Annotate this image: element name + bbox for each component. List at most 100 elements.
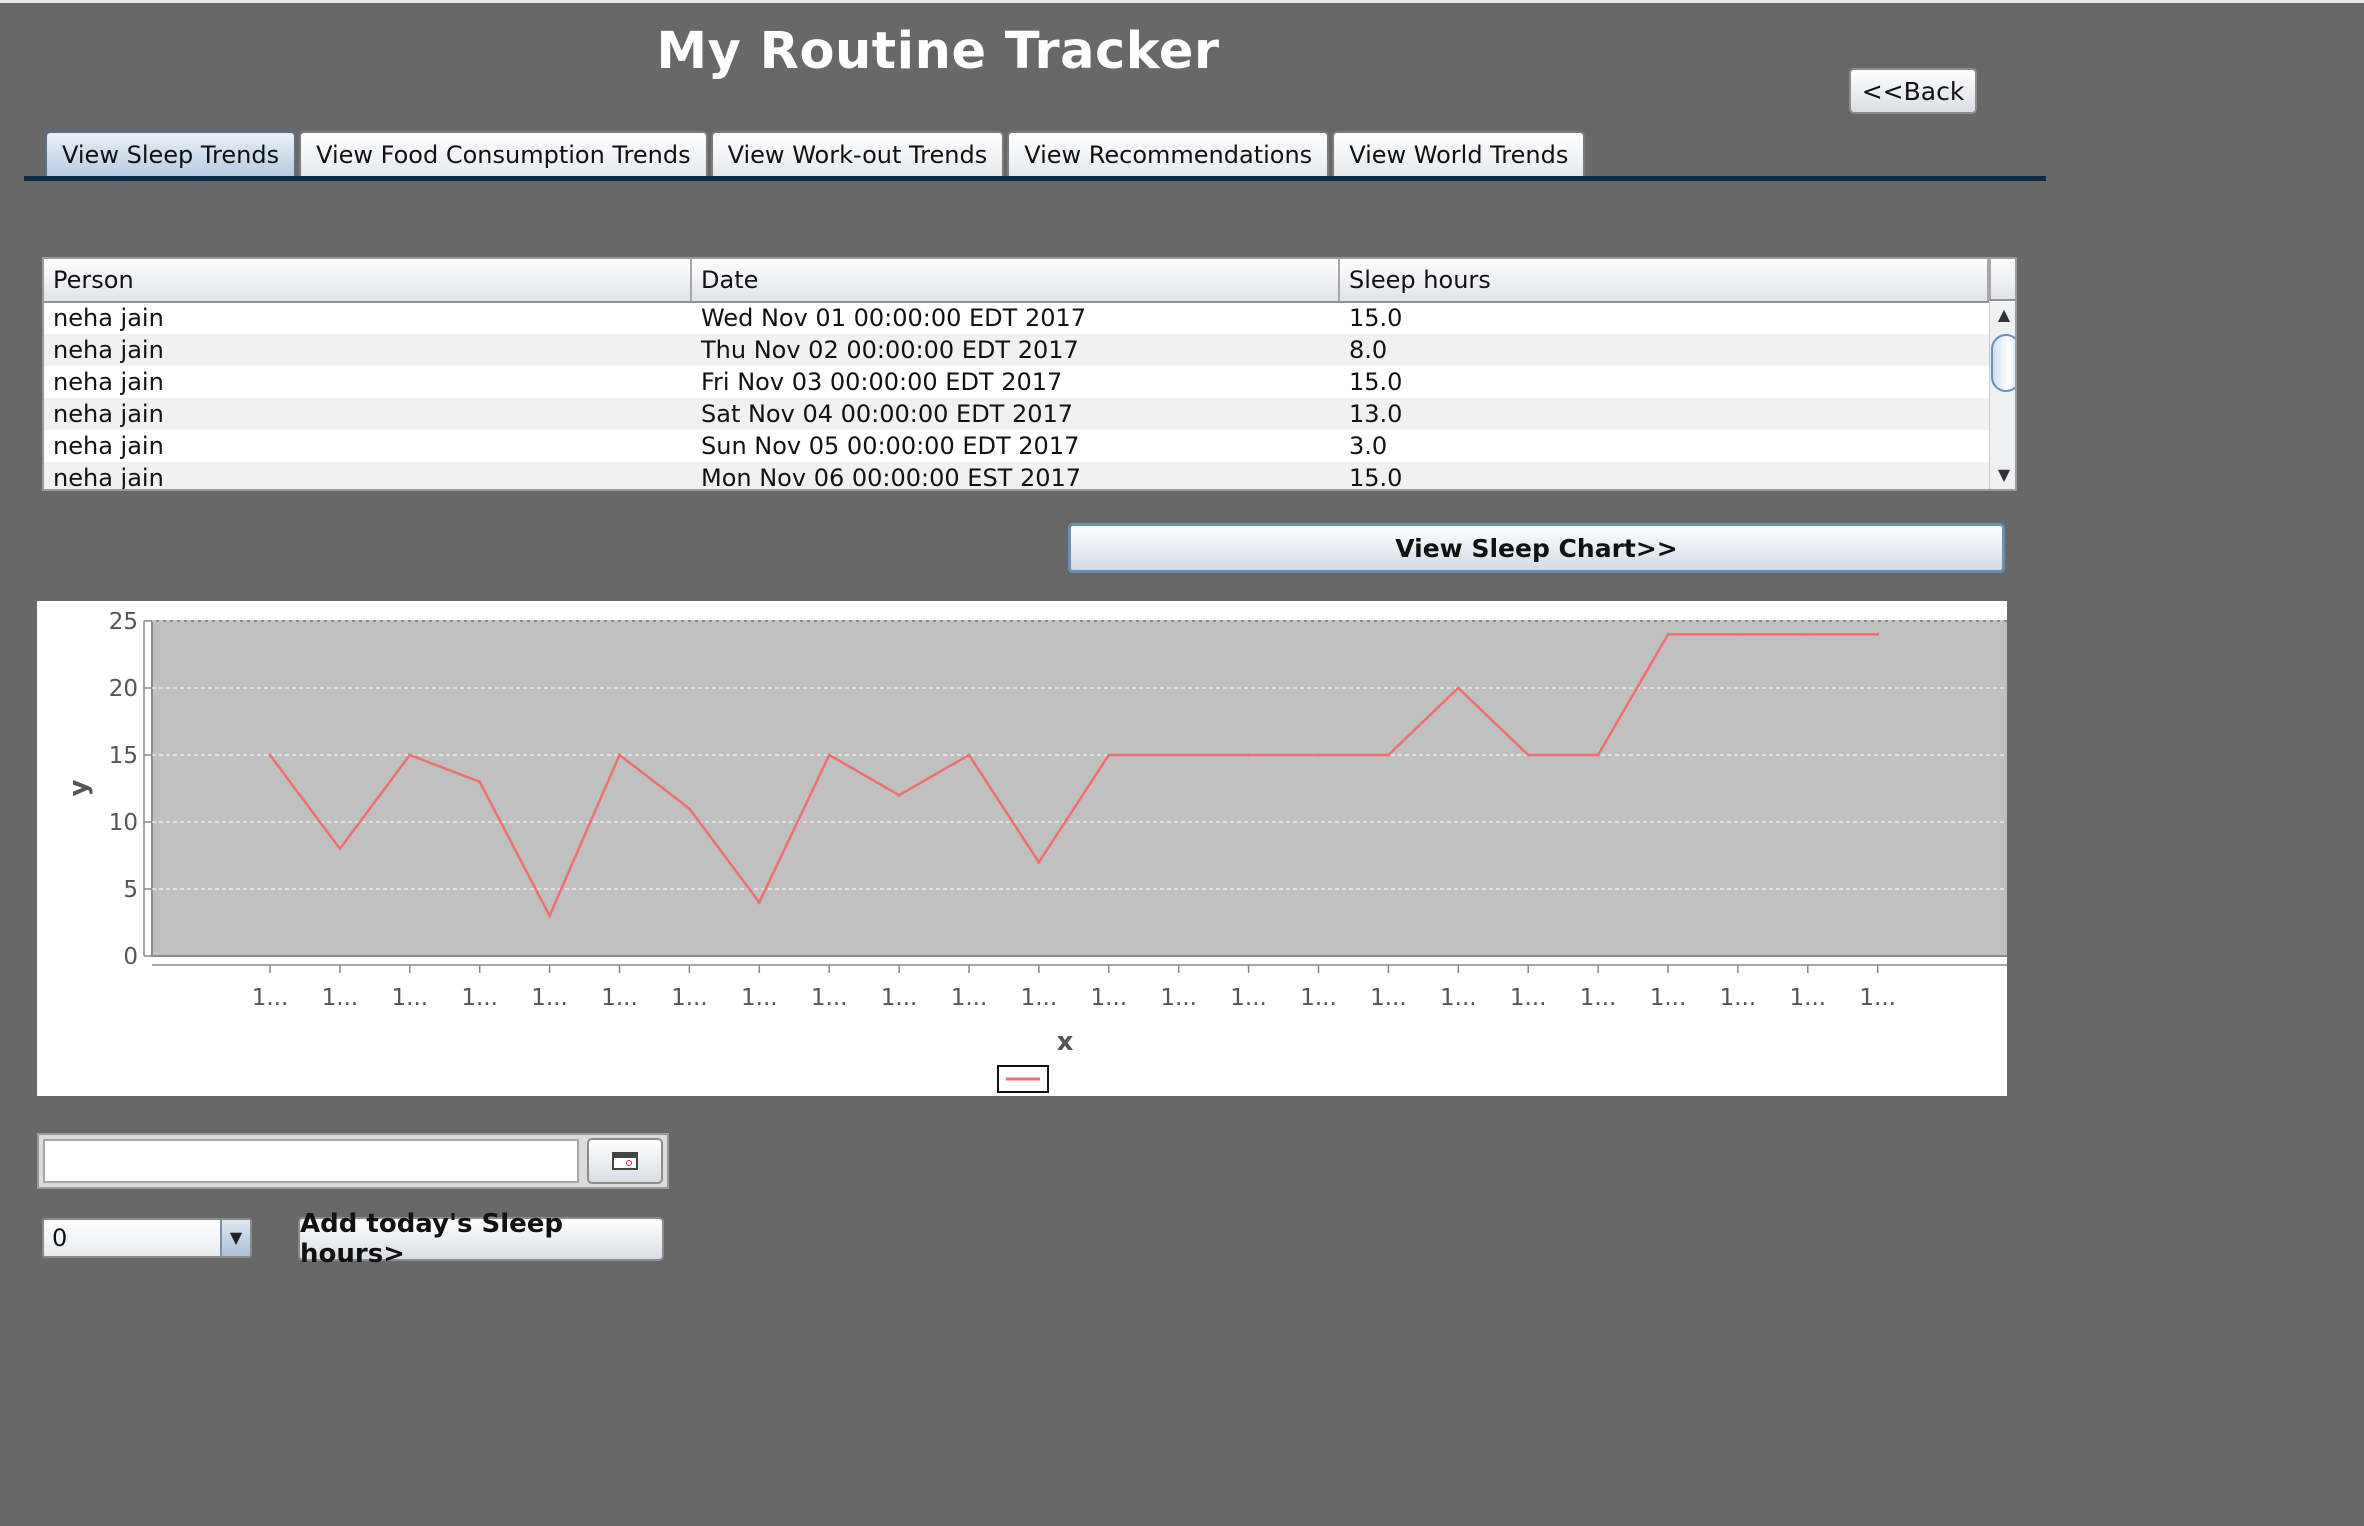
back-button[interactable]: <<Back [1849, 68, 1977, 114]
data-point [268, 753, 272, 757]
cell-person: neha jain [53, 432, 164, 460]
x-tick-label: 1... [1300, 985, 1337, 1011]
tab-food-consumption-trends[interactable]: View Food Consumption Trends [299, 131, 708, 177]
data-point [548, 914, 552, 918]
x-tick-label: 1... [322, 985, 359, 1011]
y-tick-label: 5 [123, 877, 138, 903]
x-tick-label: 1... [601, 985, 638, 1011]
x-tick-label: 1... [1859, 985, 1896, 1011]
x-tick-label: 1... [1091, 985, 1128, 1011]
plot-area [151, 620, 2007, 957]
cell-date: Mon Nov 06 00:00:00 EST 2017 [701, 464, 1082, 491]
x-tick-label: 1... [1021, 985, 1058, 1011]
y-tick-label: 15 [109, 743, 138, 769]
cell-sleep-hours: 15.0 [1349, 368, 1403, 396]
data-point [687, 807, 691, 811]
x-tick-label: 1... [1790, 985, 1827, 1011]
data-point [1317, 753, 1320, 757]
table-row[interactable]: neha jain Sat Nov 04 00:00:00 EDT 2017 1… [44, 398, 1989, 430]
table-row[interactable]: neha jain Sun Nov 05 00:00:00 EDT 2017 3… [44, 430, 1989, 462]
sleep-line-chart-svg: 0 5 10 15 20 25 1... 1... 1... 1... 1... 1... 1... 1.… [64, 609, 2007, 1093]
table-row[interactable]: neha jain Wed Nov 01 00:00:00 EDT 2017 1… [44, 302, 1989, 334]
cell-sleep-hours: 15.0 [1349, 304, 1403, 332]
page-title: My Routine Tracker [656, 22, 1220, 81]
sleep-hours-select[interactable]: 0 ▼ [42, 1218, 252, 1258]
add-sleep-hours-button[interactable]: Add today's Sleep hours> [298, 1209, 664, 1269]
table-header-corner [1989, 259, 2015, 301]
cell-date: Fri Nov 03 00:00:00 EDT 2017 [701, 368, 1063, 396]
data-point [338, 847, 342, 851]
table-body: neha jain Wed Nov 01 00:00:00 EDT 2017 1… [44, 302, 1989, 491]
tab-workout-trends[interactable]: View Work-out Trends [710, 131, 1005, 177]
column-header-date[interactable]: Date [692, 259, 1340, 301]
table-row[interactable]: neha jain Mon Nov 06 00:00:00 EST 2017 1… [44, 462, 1989, 491]
scroll-up-arrow-icon[interactable]: ▲ [1990, 304, 2015, 326]
tab-world-trends[interactable]: View World Trends [1332, 131, 1586, 177]
x-tick-label: 1... [252, 985, 289, 1011]
column-header-person[interactable]: Person [44, 259, 692, 301]
x-tick-label: 1... [392, 985, 429, 1011]
column-header-sleep-hours[interactable]: Sleep hours [1340, 259, 1989, 301]
data-point [827, 753, 831, 757]
x-tick-label: 1... [461, 985, 498, 1011]
table-scrollbar[interactable]: ▲ ▼ [1989, 302, 2015, 489]
cell-person: neha jain [53, 304, 164, 332]
data-point [1037, 860, 1041, 864]
cell-person: neha jain [53, 336, 164, 364]
cell-sleep-hours: 8.0 [1349, 336, 1388, 364]
data-point [1456, 686, 1460, 690]
date-input[interactable] [43, 1139, 579, 1183]
date-picker [37, 1133, 669, 1189]
data-point [1806, 632, 1810, 636]
x-axis-label: x [1057, 1027, 1074, 1057]
data-point [1666, 632, 1670, 636]
data-point [757, 900, 761, 904]
x-tick-label: 1... [671, 985, 708, 1011]
sleep-chart: 0 5 10 15 20 25 1... 1... 1... 1... 1... 1... 1... 1.… [37, 601, 2007, 1096]
data-point [408, 753, 412, 757]
y-tick-label: 10 [109, 810, 138, 836]
x-tick-label: 1... [1440, 985, 1477, 1011]
tab-bar: View Sleep Trends View Food Consumption … [45, 131, 1588, 177]
x-tick-label: 1... [1230, 985, 1267, 1011]
sleep-table[interactable]: Person Date Sleep hours neha jain Wed No… [42, 257, 2017, 491]
table-row[interactable]: neha jain Fri Nov 03 00:00:00 EDT 2017 1… [44, 366, 1989, 398]
data-point [1876, 632, 1880, 636]
data-point [897, 793, 901, 797]
cell-sleep-hours: 3.0 [1349, 432, 1388, 460]
data-point [1386, 753, 1390, 757]
tab-divider [24, 176, 2046, 181]
x-tick-label: 1... [1160, 985, 1197, 1011]
y-tick-label: 25 [109, 609, 138, 635]
cell-sleep-hours: 15.0 [1349, 464, 1403, 491]
data-point [1107, 753, 1111, 757]
x-tick-label: 1... [1720, 985, 1757, 1011]
view-sleep-chart-button[interactable]: View Sleep Chart>> [1068, 523, 2005, 573]
calendar-button[interactable] [587, 1138, 663, 1184]
scrollbar-thumb[interactable] [1991, 334, 2015, 392]
data-point [1596, 753, 1600, 757]
cell-date: Sun Nov 05 00:00:00 EDT 2017 [701, 432, 1080, 460]
sleep-hours-selected-value: 0 [52, 1224, 68, 1252]
y-tick-label: 0 [123, 944, 138, 970]
data-point [478, 780, 482, 784]
cell-date: Wed Nov 01 00:00:00 EDT 2017 [701, 304, 1087, 332]
cell-sleep-hours: 13.0 [1349, 400, 1403, 428]
x-tick-label: 1... [1510, 985, 1547, 1011]
table-header: Person Date Sleep hours [44, 259, 1989, 303]
cell-person: neha jain [53, 464, 164, 491]
scroll-down-arrow-icon[interactable]: ▼ [1990, 464, 2015, 486]
x-tick-label: 1... [741, 985, 778, 1011]
tab-recommendations[interactable]: View Recommendations [1007, 131, 1330, 177]
table-row[interactable]: neha jain Thu Nov 02 00:00:00 EDT 2017 8… [44, 334, 1989, 366]
x-tick-label: 1... [811, 985, 848, 1011]
data-point [1177, 753, 1181, 757]
data-point [1247, 753, 1251, 757]
dropdown-arrow-icon[interactable]: ▼ [220, 1220, 250, 1256]
cell-date: Sat Nov 04 00:00:00 EDT 2017 [701, 400, 1074, 428]
window-top-border [0, 0, 2364, 3]
data-point [618, 753, 621, 757]
x-tick-label: 1... [951, 985, 988, 1011]
tab-sleep-trends[interactable]: View Sleep Trends [45, 131, 297, 177]
data-point [1526, 753, 1530, 757]
